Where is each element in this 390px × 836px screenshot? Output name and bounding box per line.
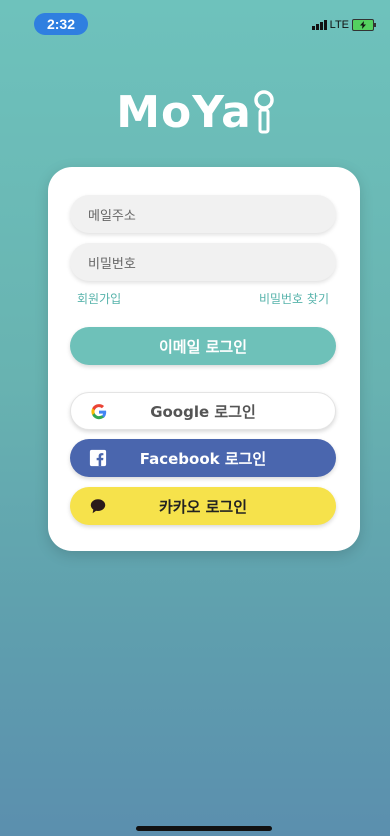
- kakao-login-label: 카카오 로그인: [158, 497, 248, 516]
- key-icon: [254, 90, 274, 134]
- home-indicator[interactable]: [136, 826, 272, 831]
- status-time: 2:32: [34, 13, 88, 35]
- speech-bubble-icon: [88, 496, 108, 516]
- facebook-login-button[interactable]: Facebook 로그인: [70, 439, 336, 477]
- google-login-button[interactable]: Google 로그인: [70, 392, 336, 430]
- password-field[interactable]: 비밀번호: [70, 243, 336, 281]
- facebook-login-label: Facebook 로그인: [139, 449, 267, 468]
- logo-text: MoYa: [116, 86, 252, 138]
- status-icons: LTE: [311, 18, 376, 32]
- password-placeholder: 비밀번호: [88, 256, 136, 272]
- battery-charging-icon: [352, 19, 376, 31]
- find-password-link[interactable]: 비밀번호 찾기: [259, 290, 329, 307]
- email-login-label: 이메일 로그인: [158, 337, 248, 356]
- email-field[interactable]: 메일주소: [70, 195, 336, 233]
- email-login-button[interactable]: 이메일 로그인: [70, 327, 336, 365]
- app-logo: MoYa: [0, 82, 390, 142]
- network-label: LTE: [329, 19, 349, 31]
- google-login-label: Google 로그인: [150, 402, 256, 421]
- kakao-login-button[interactable]: 카카오 로그인: [70, 487, 336, 525]
- signal-icon: [311, 20, 327, 30]
- facebook-icon: [88, 448, 108, 468]
- signup-link[interactable]: 회원가입: [77, 290, 121, 307]
- google-icon: [89, 402, 109, 422]
- email-placeholder: 메일주소: [88, 208, 136, 224]
